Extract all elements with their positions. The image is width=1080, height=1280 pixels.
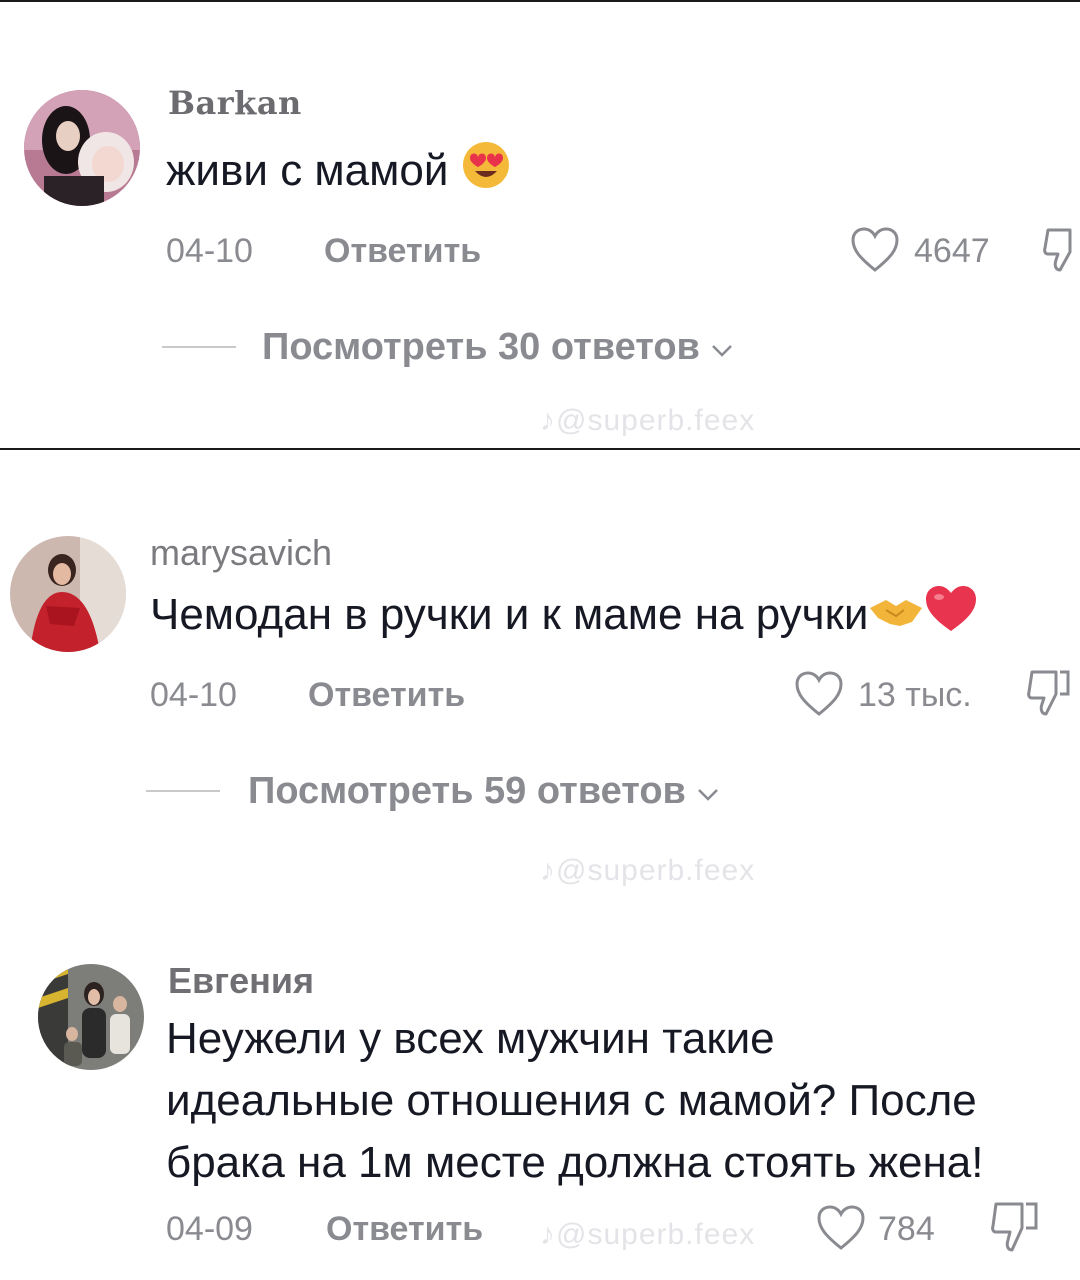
tiktok-icon: ♪ — [540, 1218, 556, 1251]
comment-username[interactable]: Евгения — [168, 960, 314, 1002]
watermark: ♪@superb.feex — [540, 854, 755, 888]
heart-icon — [851, 227, 899, 272]
comment-text: живи с мамой — [166, 140, 511, 207]
thumbs-down-icon — [1043, 228, 1072, 272]
chevron-down-icon — [710, 326, 734, 369]
comment-text-content: Чемодан в ручки и к маме на ручки — [150, 590, 869, 640]
comment-date: 04-09 — [166, 1210, 253, 1248]
reply-button[interactable]: Ответить — [324, 232, 481, 271]
like-count: 13 тыс. — [858, 676, 972, 714]
comment-date: 04-10 — [150, 676, 237, 714]
thumbs-down-icon — [991, 1202, 1038, 1252]
replies-line — [162, 346, 236, 348]
tiktok-icon: ♪ — [540, 854, 556, 887]
like-count: 4647 — [914, 232, 990, 270]
comment-text-line: идеальные отношения с мамой? После — [166, 1076, 977, 1125]
watermark: ♪@superb.feex — [540, 404, 755, 438]
comment-text-line: брака на 1м месте должна стоять жена! — [166, 1138, 984, 1187]
avatar[interactable] — [10, 536, 126, 652]
watermark-text: @superb.feex — [556, 404, 756, 437]
comment-text: Чемодан в ручки и к маме на ручки — [150, 584, 978, 651]
view-replies-label: Посмотреть 30 ответов — [262, 326, 700, 368]
reply-button[interactable]: Ответить — [308, 676, 465, 715]
replies-line — [146, 790, 220, 792]
view-replies-button[interactable]: Посмотреть 59 ответов — [248, 770, 720, 813]
handshake-emoji — [868, 587, 924, 649]
tiktok-icon: ♪ — [540, 404, 556, 437]
watermark-text: @superb.feex — [556, 1218, 756, 1251]
heart-icon — [795, 671, 843, 716]
avatar[interactable] — [38, 964, 144, 1070]
like-button[interactable] — [794, 670, 844, 718]
like-button[interactable] — [816, 1204, 866, 1252]
comment-date: 04-10 — [166, 232, 253, 270]
comment-text-line: Неужели у всех мужчин такие — [166, 1014, 775, 1063]
dislike-button[interactable] — [1042, 226, 1080, 276]
top-divider — [0, 0, 1080, 2]
heart-icon — [817, 1205, 865, 1250]
like-button[interactable] — [850, 226, 900, 274]
comment-text-content: живи с мамой — [166, 146, 449, 196]
watermark-text: @superb.feex — [556, 854, 756, 887]
like-count: 784 — [878, 1210, 935, 1248]
thumbs-down-icon — [1027, 670, 1070, 716]
comment-text: Неужели у всех мужчин такие идеальные от… — [166, 1008, 984, 1194]
view-replies-label: Посмотреть 59 ответов — [248, 770, 686, 812]
view-replies-button[interactable]: Посмотреть 30 ответов — [262, 326, 734, 369]
avatar[interactable] — [24, 90, 140, 206]
heart-eyes-emoji — [461, 140, 511, 207]
red-heart-emoji — [924, 584, 978, 651]
comment-username[interactable]: Barkan — [168, 84, 302, 122]
section-divider — [0, 448, 1080, 450]
chevron-down-icon — [696, 770, 720, 813]
reply-button[interactable]: Ответить — [326, 1210, 483, 1249]
dislike-button[interactable] — [1026, 668, 1072, 720]
dislike-button[interactable] — [990, 1200, 1040, 1256]
comment-username[interactable]: marysavich — [150, 532, 332, 574]
watermark: ♪@superb.feex — [540, 1218, 755, 1252]
